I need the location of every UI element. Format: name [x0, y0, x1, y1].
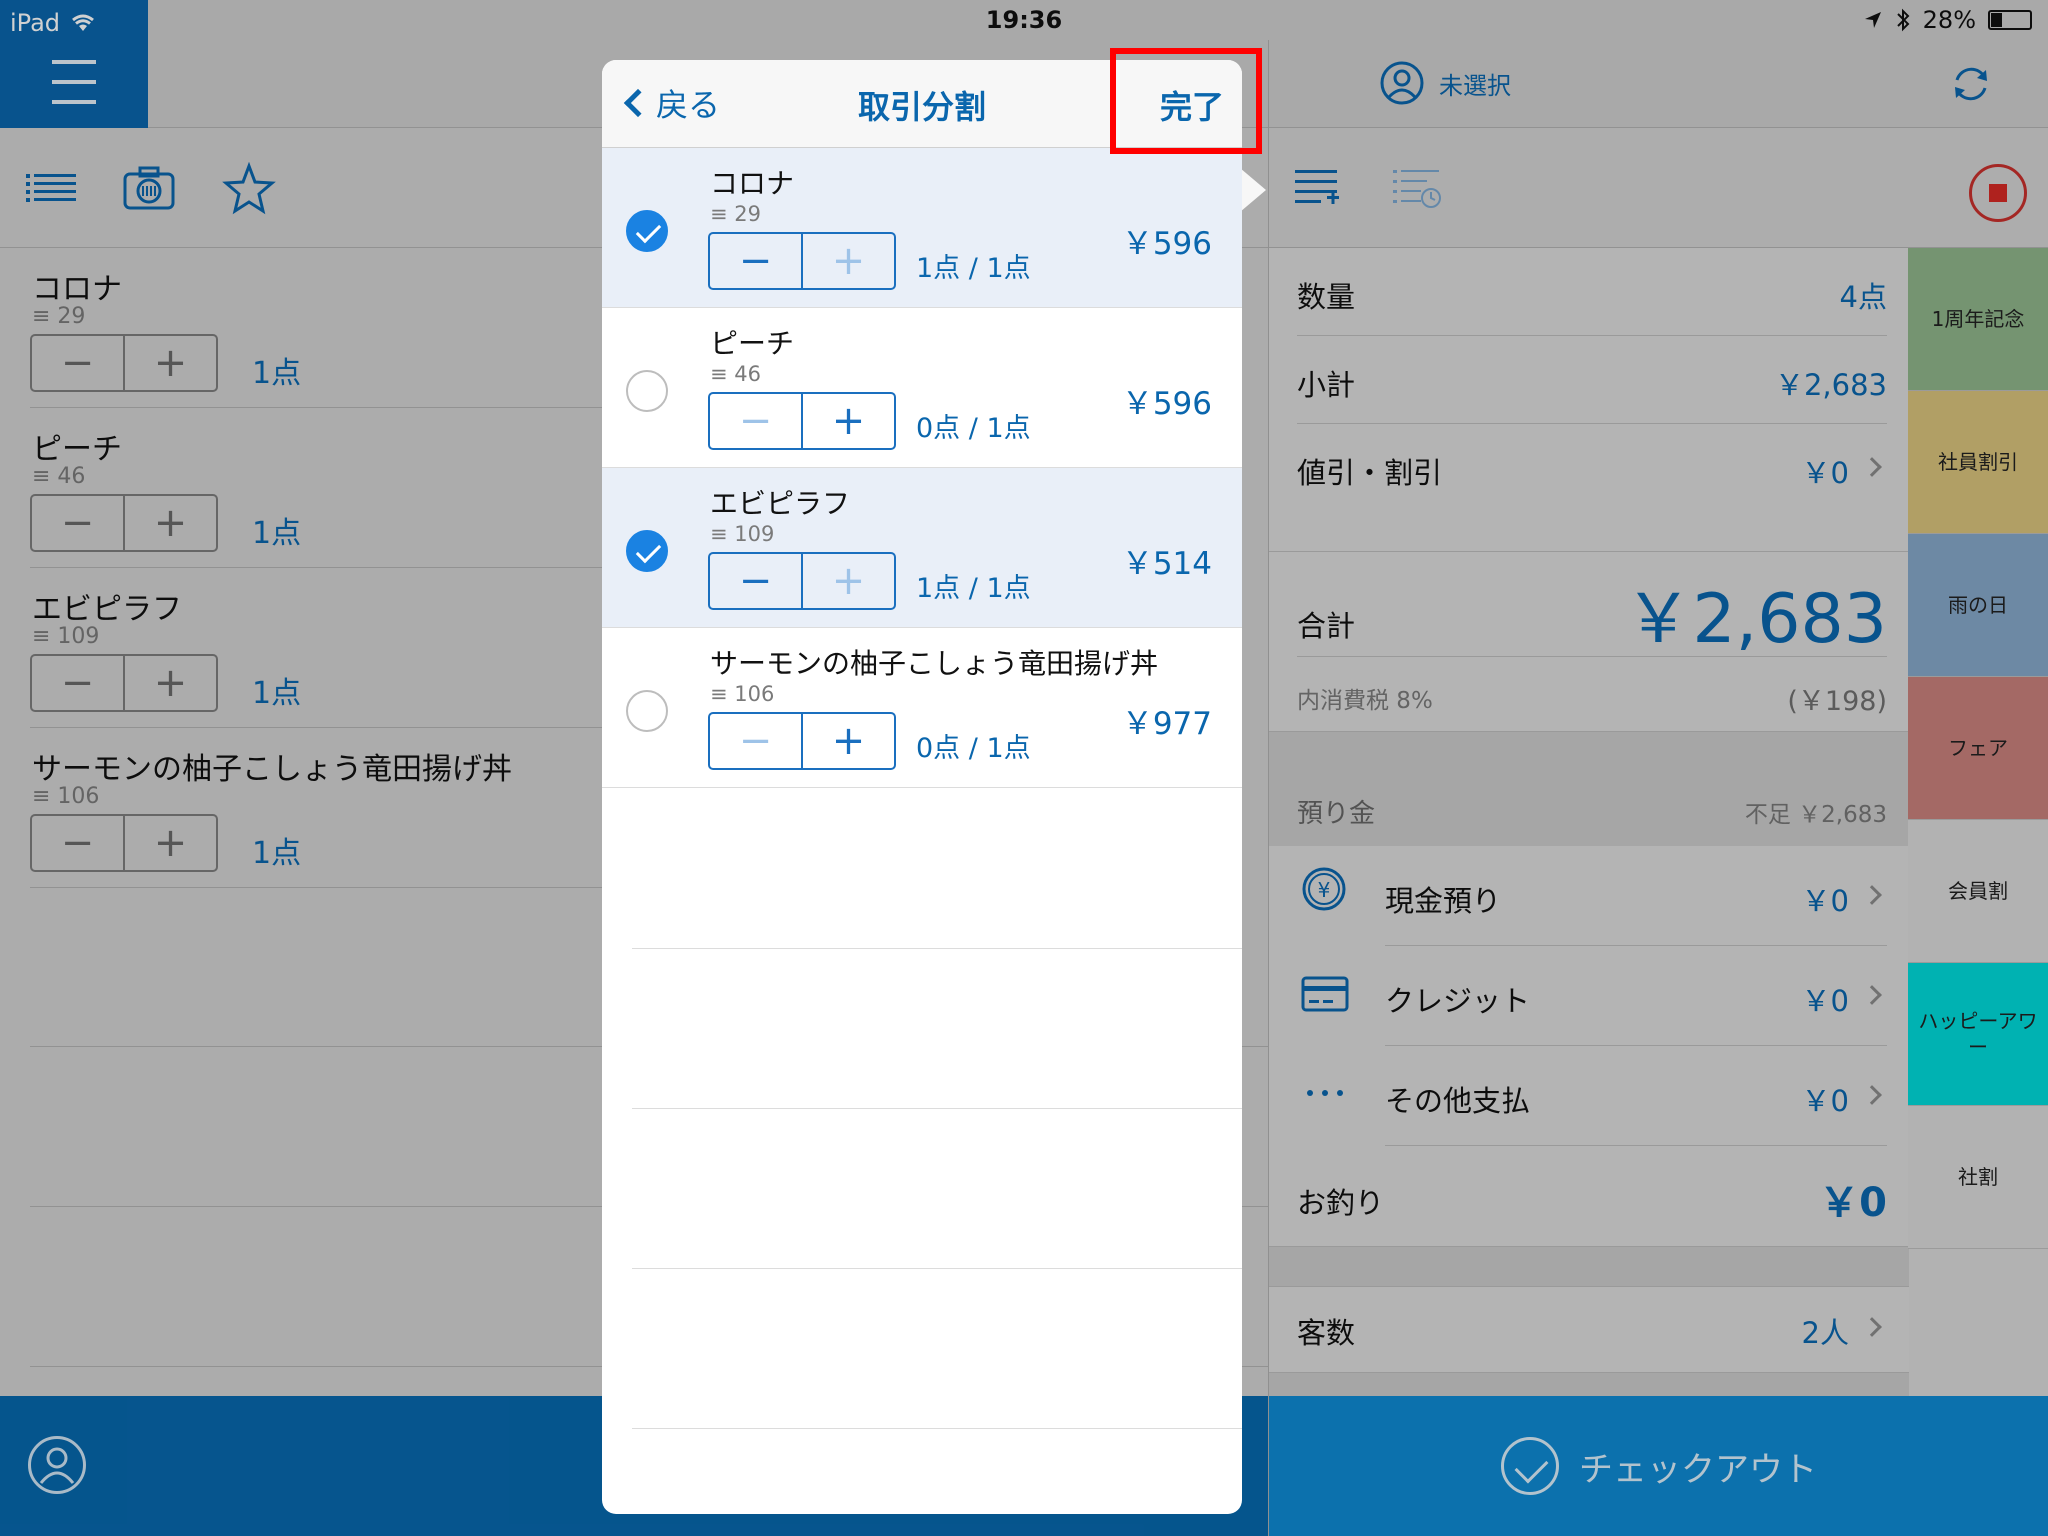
star-icon[interactable]: [222, 162, 276, 216]
increment-button[interactable]: +: [123, 656, 216, 710]
increment-button[interactable]: +: [801, 394, 894, 448]
check-icon: [1501, 1437, 1559, 1495]
increment-button[interactable]: +: [123, 496, 216, 550]
chevron-right-icon: [1862, 1317, 1882, 1337]
increment-button[interactable]: +: [123, 336, 216, 390]
decrement-button[interactable]: −: [710, 394, 801, 448]
discount-row[interactable]: 値引・割引 ￥0: [1297, 424, 1887, 512]
split-qty-stepper[interactable]: − +: [708, 712, 896, 770]
category-5[interactable]: 会員割: [1908, 820, 2048, 963]
quantity-stepper[interactable]: − +: [30, 494, 218, 552]
guest-count-row[interactable]: 客数 2人: [1297, 1286, 1887, 1372]
subtotal-row: 小計 ￥2,683: [1297, 336, 1887, 424]
category-7[interactable]: 社割: [1908, 1106, 2048, 1249]
quantity-stepper[interactable]: − +: [30, 334, 218, 392]
split-item-row[interactable]: エビピラフ ≡ 109 − + 1点 / 1点 ￥514: [602, 468, 1242, 628]
credit-card-icon: [1301, 976, 1349, 1012]
increment-button[interactable]: +: [801, 554, 894, 608]
selection-checkbox[interactable]: [626, 530, 668, 572]
status-bar: iPad 19:36 28%: [0, 0, 2048, 40]
deposit-row: 預り金 不足 ￥2,683: [1297, 799, 1887, 829]
total-row: 合計 ￥2,683: [1297, 551, 1887, 659]
category-1[interactable]: 1周年記念: [1908, 248, 2048, 391]
quantity-stepper[interactable]: − +: [30, 814, 218, 872]
decrement-button[interactable]: −: [32, 656, 123, 710]
increment-button[interactable]: +: [123, 816, 216, 870]
split-qty-stepper[interactable]: − +: [708, 552, 896, 610]
chevron-right-icon: [1862, 1085, 1882, 1105]
category-4[interactable]: フェア: [1908, 677, 2048, 820]
increment-button[interactable]: +: [801, 234, 894, 288]
svg-text:¥: ¥: [1318, 878, 1331, 902]
refresh-icon[interactable]: [1949, 62, 1993, 106]
done-button-highlight: [1110, 48, 1262, 154]
category-6[interactable]: ハッピーアワー: [1908, 963, 2048, 1106]
chevron-right-icon: [1862, 985, 1882, 1005]
item-qty: 1点: [252, 356, 302, 391]
split-item-row[interactable]: コロナ ≡ 29 − + 1点 / 1点 ￥596: [602, 148, 1242, 308]
split-transaction-popover: 戻る 取引分割 完了 コロナ ≡ 29 − + 1点 / 1点 ￥596 ピーチ…: [602, 60, 1242, 1514]
quantity-stepper[interactable]: − +: [30, 654, 218, 712]
menu-button[interactable]: [0, 40, 148, 128]
clock: 19:36: [985, 6, 1063, 34]
total-amount: ￥2,683: [1624, 580, 1887, 659]
barcode-camera-icon[interactable]: [122, 162, 176, 216]
decrement-button[interactable]: −: [32, 336, 123, 390]
selection-checkbox[interactable]: [626, 690, 668, 732]
stop-button[interactable]: [1969, 164, 2027, 222]
split-qty-stepper[interactable]: − +: [708, 232, 896, 290]
checkout-button[interactable]: チェックアウト: [1269, 1396, 2048, 1536]
more-icon: [1307, 1090, 1343, 1096]
discount-categories: 1周年記念 社員割引 雨の日 フェア 会員割 ハッピーアワー 社割: [1908, 248, 2048, 1249]
cash-payment-row[interactable]: 現金預り ￥0: [1385, 846, 1887, 946]
split-item-row[interactable]: サーモンの柚子こしょう竜田揚げ丼 ≡ 106 − + 0点 / 1点 ￥977: [602, 628, 1242, 788]
credit-payment-row[interactable]: クレジット ￥0: [1385, 946, 1887, 1046]
split-qty-stepper[interactable]: − +: [708, 392, 896, 450]
decrement-button[interactable]: −: [32, 816, 123, 870]
item-qty: 1点: [252, 676, 302, 711]
right-toolbar: [1269, 128, 2048, 248]
history-list-icon[interactable]: [1393, 166, 1443, 212]
selection-checkbox[interactable]: [626, 370, 668, 412]
add-list-icon[interactable]: [1295, 166, 1341, 212]
chevron-right-icon: [1862, 885, 1882, 905]
split-item-row[interactable]: ピーチ ≡ 46 − + 0点 / 1点 ￥596: [602, 308, 1242, 468]
category-2[interactable]: 社員割引: [1908, 391, 2048, 534]
staff-status: 未選択: [1439, 71, 1511, 100]
other-payment-row[interactable]: その他支払 ￥0: [1385, 1046, 1887, 1146]
list-icon[interactable]: [24, 162, 78, 216]
increment-button[interactable]: +: [801, 714, 894, 768]
selection-checkbox[interactable]: [626, 210, 668, 252]
tax-row: 内消費税 8% (￥198): [1297, 686, 1887, 717]
item-qty: 1点: [252, 516, 302, 551]
decrement-button[interactable]: −: [710, 554, 801, 608]
chevron-right-icon: [1862, 457, 1882, 477]
register-pane: 未選択 数量 4点 小計 ￥2,683 値引・割引 ￥0 合計 ￥2,683 内…: [1268, 40, 2048, 1536]
decrement-button[interactable]: −: [710, 234, 801, 288]
decrement-button[interactable]: −: [32, 496, 123, 550]
item-qty: 1点: [252, 836, 302, 871]
change-row: お釣り ￥0: [1297, 1180, 1887, 1226]
user-icon: [1380, 61, 1424, 105]
category-3[interactable]: 雨の日: [1908, 534, 2048, 677]
yen-coin-icon: ¥: [1302, 867, 1346, 911]
bluetooth-icon: [1896, 8, 1910, 32]
decrement-button[interactable]: −: [710, 714, 801, 768]
customer-icon[interactable]: [28, 1436, 86, 1494]
staff-selector[interactable]: 未選択: [1379, 60, 1511, 106]
battery-icon: [1988, 10, 2032, 30]
quantity-row: 数量 4点: [1297, 248, 1887, 336]
location-icon: [1864, 12, 1881, 28]
battery-percent: 28%: [1922, 6, 1976, 34]
